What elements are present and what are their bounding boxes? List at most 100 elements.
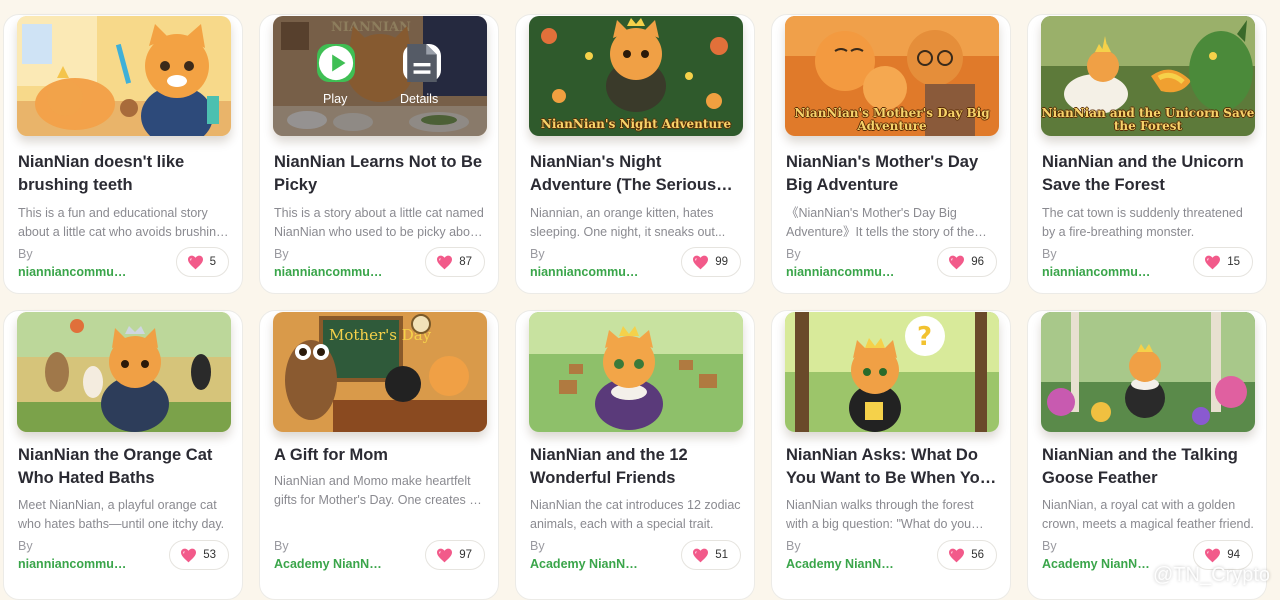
heart-icon <box>437 255 453 269</box>
story-thumbnail[interactable]: NianNian and the Unicorn Save the Forest <box>1041 16 1255 136</box>
story-card[interactable]: NianNian the Orange Cat Who Hated Baths … <box>3 310 243 600</box>
cat-with-friends-image <box>17 312 231 432</box>
by-label: By <box>1042 539 1057 553</box>
story-card[interactable]: NianNian's Mother's Day Big Adventure Ni… <box>771 14 1011 294</box>
details-label[interactable]: Details <box>400 92 438 106</box>
story-thumbnail[interactable]: Mother's Day <box>273 312 487 432</box>
heart-icon <box>1205 548 1221 562</box>
story-card[interactable]: NIANNIAN Play Details NianNian Learns No… <box>259 14 499 294</box>
cat-king-village-image <box>529 312 743 432</box>
like-count: 87 <box>459 256 472 268</box>
like-button[interactable]: 87 <box>425 247 485 277</box>
like-count: 94 <box>1227 549 1240 561</box>
story-author[interactable]: Academy NianNian <box>530 557 640 571</box>
by-label: By <box>786 539 801 553</box>
like-count: 5 <box>209 256 216 268</box>
svg-text:?: ? <box>917 322 932 352</box>
story-thumbnail[interactable] <box>17 16 231 136</box>
by-label: By <box>530 247 545 261</box>
story-description: 《NianNian's Mother's Day Big Adventure》I… <box>786 206 975 239</box>
heart-icon <box>181 548 197 562</box>
story-title[interactable]: NianNian doesn't like brushing teeth <box>18 151 232 197</box>
like-button[interactable]: 5 <box>175 247 229 277</box>
like-count: 97 <box>459 549 472 561</box>
play-icon <box>318 45 354 81</box>
like-button[interactable]: 96 <box>937 247 997 277</box>
story-title[interactable]: A Gift for Mom <box>274 444 488 467</box>
like-button[interactable]: 97 <box>425 540 485 570</box>
story-card[interactable]: NianNian and the 12 Wonderful Friends Ni… <box>515 310 755 600</box>
story-author[interactable]: nianniancommunity <box>530 265 640 279</box>
heart-icon <box>949 255 965 269</box>
story-title[interactable]: NianNian and the 12 Wonderful Friends <box>530 444 744 490</box>
heart-icon <box>693 548 709 562</box>
by-label: By <box>18 539 33 553</box>
story-author[interactable]: nianniancommunity <box>1042 265 1152 279</box>
cat-question-mark-forest-image: ? <box>785 312 999 432</box>
like-button[interactable]: 99 <box>681 247 741 277</box>
like-count: 96 <box>971 256 984 268</box>
hover-overlay: Play Details <box>273 16 487 136</box>
story-author[interactable]: nianniancommunity <box>786 265 896 279</box>
story-thumbnail[interactable] <box>529 312 743 432</box>
story-thumbnail[interactable]: NianNian's Night Adventure <box>529 16 743 136</box>
heart-icon <box>949 548 965 562</box>
by-label: By <box>530 539 545 553</box>
story-description: Meet NianNian, a playful orange cat who … <box>18 498 225 531</box>
story-author[interactable]: Academy NianNian <box>274 557 384 571</box>
story-thumbnail[interactable]: NianNian's Mother's Day Big Adventure <box>785 16 999 136</box>
heart-icon <box>187 255 203 269</box>
story-title[interactable]: NianNian and the Talking Goose Feather <box>1042 444 1256 490</box>
story-card[interactable]: Mother's Day A Gift for Mom NianNian and… <box>259 310 499 600</box>
story-description: NianNian and Momo make heartfelt gifts f… <box>274 474 477 507</box>
story-author[interactable]: nianniancommunity <box>18 265 128 279</box>
story-title[interactable]: NianNian the Orange Cat Who Hated Baths <box>18 444 232 490</box>
details-button[interactable] <box>403 44 441 82</box>
by-label: By <box>18 247 33 261</box>
story-description: The cat town is suddenly threatened by a… <box>1042 206 1243 239</box>
story-author[interactable]: Academy NianNian <box>786 557 896 571</box>
story-author[interactable]: nianniancommunity <box>18 557 128 571</box>
story-grid: NianNian doesn't like brushing teeth Thi… <box>3 14 1267 600</box>
by-label: By <box>274 247 289 261</box>
cat-in-flower-forest-image <box>1041 312 1255 432</box>
heart-icon <box>437 548 453 562</box>
story-title[interactable]: NianNian and the Unicorn Save the Forest <box>1042 151 1256 197</box>
like-button[interactable]: 15 <box>1193 247 1253 277</box>
watermark: @TN_Crypto <box>1127 564 1270 587</box>
play-label[interactable]: Play <box>323 92 347 106</box>
like-count: 56 <box>971 549 984 561</box>
story-description: NianNian walks through the forest with a… <box>786 498 974 531</box>
cover-text: NianNian's Night Adventure <box>540 117 732 131</box>
story-title[interactable]: NianNian's Night Adventure (The Serious … <box>530 151 744 197</box>
like-button[interactable]: 53 <box>169 540 229 570</box>
like-count: 15 <box>1227 256 1240 268</box>
story-card[interactable]: NianNian's Night Adventure NianNian's Ni… <box>515 14 755 294</box>
story-card[interactable]: NianNian and the Unicorn Save the Forest… <box>1027 14 1267 294</box>
story-author[interactable]: nianniancommunity <box>274 265 384 279</box>
cover-text: NianNian and the Unicorn Save the Forest <box>1041 106 1255 133</box>
by-label: By <box>274 539 289 553</box>
story-thumbnail[interactable]: NIANNIAN Play Details <box>273 16 487 136</box>
story-title[interactable]: NianNian Asks: What Do You Want to Be Wh… <box>786 444 1000 490</box>
cat-brushing-teeth-image <box>17 16 231 136</box>
play-button[interactable] <box>317 44 355 82</box>
story-title[interactable]: NianNian Learns Not to Be Picky <box>274 151 488 197</box>
story-thumbnail[interactable] <box>17 312 231 432</box>
story-thumbnail[interactable] <box>1041 312 1255 432</box>
story-description: Niannian, an orange kitten, hates sleepi… <box>530 206 726 239</box>
like-button[interactable]: 51 <box>681 540 741 570</box>
story-card[interactable]: NianNian and the Talking Goose Feather N… <box>1027 310 1267 600</box>
watermark-text: @TN_Crypto <box>1153 564 1270 586</box>
like-count: 99 <box>715 256 728 268</box>
story-description: This is a story about a little cat named… <box>274 206 484 239</box>
story-card[interactable]: NianNian doesn't like brushing teeth Thi… <box>3 14 243 294</box>
binance-diamond-icon <box>1127 565 1147 586</box>
story-card[interactable]: ? NianNian Asks: What Do You Want to Be … <box>771 310 1011 600</box>
cover-text: NianNian's Mother's Day Big Adventure <box>794 106 990 133</box>
like-button[interactable]: 56 <box>937 540 997 570</box>
story-description: NianNian the cat introduces 12 zodiac an… <box>530 498 741 531</box>
story-title[interactable]: NianNian's Mother's Day Big Adventure <box>786 151 1000 197</box>
story-thumbnail[interactable]: ? <box>785 312 999 432</box>
by-label: By <box>1042 247 1057 261</box>
